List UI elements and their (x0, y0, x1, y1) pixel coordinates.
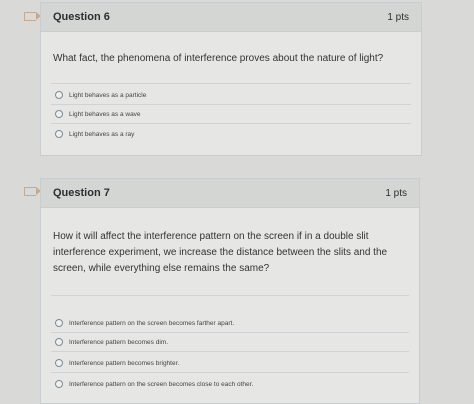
question-6-option-2[interactable]: Light behaves as a wave (55, 110, 141, 118)
radio-button[interactable] (55, 338, 63, 346)
radio-button[interactable] (55, 91, 63, 99)
question-6-title: Question 6 (53, 11, 110, 23)
question-7-option-2[interactable]: Interference pattern becomes dim. (55, 338, 168, 346)
radio-button[interactable] (55, 130, 63, 138)
option-label: Light behaves as a ray (69, 130, 135, 138)
question-6-header: Question 6 1 pts (41, 3, 421, 32)
question-7-divider (51, 295, 409, 296)
option-label: Interference pattern on the screen becom… (69, 380, 254, 388)
option-label: Light behaves as a wave (69, 110, 141, 118)
option-label: Light behaves as a particle (69, 91, 147, 99)
question-6-card: Question 6 1 pts What fact, the phenomen… (40, 2, 422, 156)
question-7-points: 1 pts (385, 188, 407, 199)
question-7-option-4[interactable]: Interference pattern on the screen becom… (55, 380, 253, 388)
flag-question-7-icon[interactable] (24, 186, 41, 196)
radio-button[interactable] (55, 110, 63, 118)
question-7-option-3[interactable]: Interference pattern becomes brighter. (55, 359, 179, 367)
question-7-divider (51, 351, 409, 352)
question-6-points: 1 pts (387, 12, 409, 23)
question-7-card: Question 7 1 pts How it will affect the … (40, 178, 420, 404)
flag-question-6-icon[interactable] (24, 11, 41, 21)
question-6-option-1[interactable]: Light behaves as a particle (55, 91, 146, 99)
question-7-divider (51, 332, 409, 333)
question-7-option-1[interactable]: Interference pattern on the screen becom… (55, 319, 234, 327)
option-label: Interference pattern becomes dim. (69, 338, 168, 346)
question-6-divider (51, 104, 411, 105)
radio-button[interactable] (55, 380, 63, 388)
question-6-option-3[interactable]: Light behaves as a ray (55, 130, 134, 138)
question-7-divider (51, 372, 409, 373)
question-7-title: Question 7 (53, 187, 110, 199)
question-7-header: Question 7 1 pts (41, 179, 419, 208)
option-label: Interference pattern on the screen becom… (69, 319, 235, 327)
option-label: Interference pattern becomes brighter. (69, 359, 180, 367)
question-7-prompt: How it will affect the interference patt… (53, 231, 388, 274)
radio-button[interactable] (55, 319, 63, 327)
question-6-divider (51, 83, 411, 84)
question-6-divider (51, 123, 411, 124)
question-6-prompt: What fact, the phenomena of interference… (53, 53, 384, 64)
radio-button[interactable] (55, 359, 63, 367)
